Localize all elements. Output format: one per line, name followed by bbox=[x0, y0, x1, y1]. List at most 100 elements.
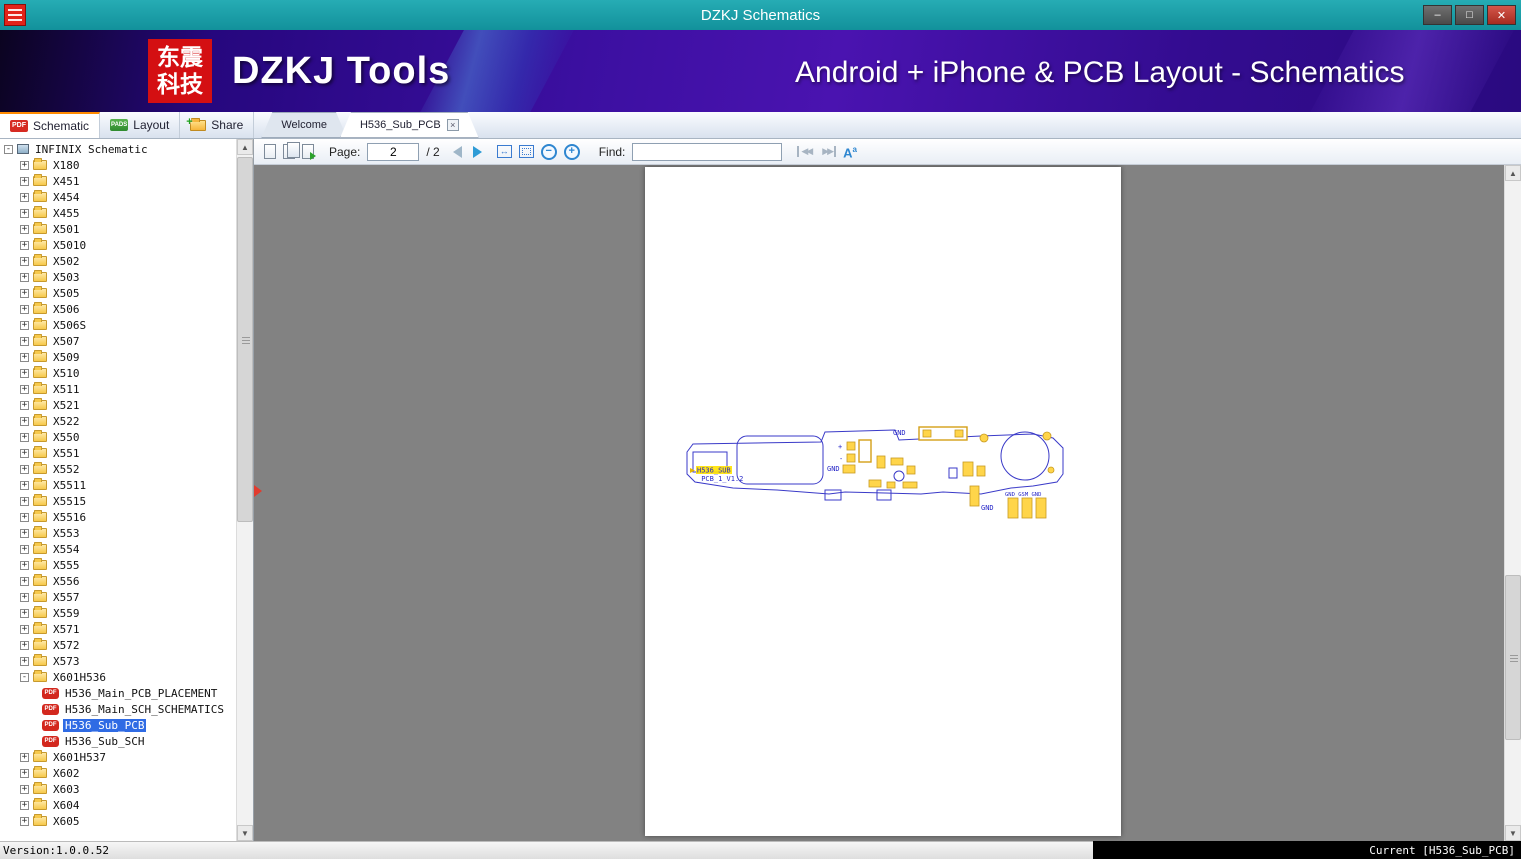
tree-item-x506[interactable]: +X506 bbox=[0, 301, 236, 317]
pdf-viewer[interactable]: H536_SUB _PCB_1_V1.2 GND GND GND GND GSM… bbox=[254, 165, 1521, 841]
tree-item-x605[interactable]: +X605 bbox=[0, 813, 236, 829]
tree-item-h536_main_sch_schematics[interactable]: PDFH536_Main_SCH_SCHEMATICS bbox=[0, 701, 236, 717]
expand-icon[interactable]: + bbox=[20, 769, 29, 778]
tree-item-h536_sub_pcb[interactable]: PDFH536_Sub_PCB bbox=[0, 717, 236, 733]
expand-icon[interactable]: + bbox=[20, 369, 29, 378]
tree-item-x604[interactable]: +X604 bbox=[0, 797, 236, 813]
tree-item-x601h536[interactable]: -X601H536 bbox=[0, 669, 236, 685]
minimize-button[interactable]: – bbox=[1423, 5, 1452, 25]
expand-icon[interactable]: + bbox=[20, 465, 29, 474]
expand-icon[interactable]: + bbox=[20, 785, 29, 794]
tree-item-x180[interactable]: +X180 bbox=[0, 157, 236, 173]
tree-item-x553[interactable]: +X553 bbox=[0, 525, 236, 541]
expand-icon[interactable]: + bbox=[20, 353, 29, 362]
collapse-icon[interactable]: - bbox=[4, 145, 13, 154]
tree-item-x5511[interactable]: +X5511 bbox=[0, 477, 236, 493]
expand-icon[interactable]: + bbox=[20, 657, 29, 666]
expand-icon[interactable]: + bbox=[20, 545, 29, 554]
find-next-icon[interactable]: ▶▶ bbox=[820, 146, 836, 157]
expand-icon[interactable]: + bbox=[20, 625, 29, 634]
tree-item-x509[interactable]: +X509 bbox=[0, 349, 236, 365]
scroll-down-icon[interactable]: ▼ bbox=[1505, 825, 1521, 841]
tab-share[interactable]: +Share bbox=[180, 112, 254, 138]
tree-item-x573[interactable]: +X573 bbox=[0, 653, 236, 669]
expand-icon[interactable]: + bbox=[20, 209, 29, 218]
expand-icon[interactable]: + bbox=[20, 385, 29, 394]
tree-item-x5515[interactable]: +X5515 bbox=[0, 493, 236, 509]
tree-item-x501[interactable]: +X501 bbox=[0, 221, 236, 237]
expand-icon[interactable]: + bbox=[20, 305, 29, 314]
find-previous-icon[interactable]: ◀◀ bbox=[797, 146, 813, 157]
close-tab-icon[interactable]: × bbox=[447, 119, 459, 131]
tree-item-x551[interactable]: +X551 bbox=[0, 445, 236, 461]
expand-icon[interactable]: + bbox=[20, 225, 29, 234]
previous-page-icon[interactable] bbox=[453, 146, 462, 158]
expand-icon[interactable]: + bbox=[20, 753, 29, 762]
tree-item-root[interactable]: -INFINIX Schematic bbox=[0, 141, 236, 157]
doc-tab-welcome[interactable]: Welcome bbox=[261, 112, 347, 138]
zoom-in-icon[interactable]: + bbox=[564, 144, 580, 160]
tree-item-x572[interactable]: +X572 bbox=[0, 637, 236, 653]
tree-item-x5010[interactable]: +X5010 bbox=[0, 237, 236, 253]
tree-item-x603[interactable]: +X603 bbox=[0, 781, 236, 797]
tree-item-x5516[interactable]: +X5516 bbox=[0, 509, 236, 525]
expand-icon[interactable]: + bbox=[20, 593, 29, 602]
tree-item-x506s[interactable]: +X506S bbox=[0, 317, 236, 333]
tab-schematic[interactable]: PDFSchematic bbox=[0, 112, 100, 138]
tree-item-x602[interactable]: +X602 bbox=[0, 765, 236, 781]
page-number-input[interactable] bbox=[367, 143, 419, 161]
expand-icon[interactable]: + bbox=[20, 497, 29, 506]
export-page-icon[interactable] bbox=[302, 144, 314, 159]
tree-item-x521[interactable]: +X521 bbox=[0, 397, 236, 413]
tree-item-x502[interactable]: +X502 bbox=[0, 253, 236, 269]
tree-item-h536_sub_sch[interactable]: PDFH536_Sub_SCH bbox=[0, 733, 236, 749]
expand-icon[interactable]: + bbox=[20, 481, 29, 490]
expand-icon[interactable]: + bbox=[20, 321, 29, 330]
expand-icon[interactable]: + bbox=[20, 529, 29, 538]
expand-icon[interactable]: + bbox=[20, 257, 29, 266]
doc-tab-h536_sub_pcb[interactable]: H536_Sub_PCB× bbox=[340, 112, 479, 138]
tree-item-x559[interactable]: +X559 bbox=[0, 605, 236, 621]
tree-item-x550[interactable]: +X550 bbox=[0, 429, 236, 445]
snapshot-icon[interactable] bbox=[264, 144, 276, 159]
tree-item-x571[interactable]: +X571 bbox=[0, 621, 236, 637]
maximize-button[interactable]: □ bbox=[1455, 5, 1484, 25]
tree-item-x555[interactable]: +X555 bbox=[0, 557, 236, 573]
find-input[interactable] bbox=[632, 143, 782, 161]
expand-icon[interactable]: + bbox=[20, 337, 29, 346]
expand-icon[interactable]: + bbox=[20, 193, 29, 202]
tree-item-x454[interactable]: +X454 bbox=[0, 189, 236, 205]
tree-item-x511[interactable]: +X511 bbox=[0, 381, 236, 397]
scroll-up-icon[interactable]: ▲ bbox=[1505, 165, 1521, 181]
zoom-out-icon[interactable]: − bbox=[541, 144, 557, 160]
tree-item-x601h537[interactable]: +X601H537 bbox=[0, 749, 236, 765]
expand-icon[interactable]: + bbox=[20, 561, 29, 570]
expand-icon[interactable]: + bbox=[20, 417, 29, 426]
fit-width-icon[interactable] bbox=[497, 145, 512, 158]
expand-icon[interactable]: + bbox=[20, 289, 29, 298]
expand-icon[interactable]: + bbox=[20, 577, 29, 586]
tree-item-x522[interactable]: +X522 bbox=[0, 413, 236, 429]
tree-item-x510[interactable]: +X510 bbox=[0, 365, 236, 381]
expand-icon[interactable]: + bbox=[20, 641, 29, 650]
expand-icon[interactable]: + bbox=[20, 433, 29, 442]
tree-item-x556[interactable]: +X556 bbox=[0, 573, 236, 589]
expand-icon[interactable]: + bbox=[20, 161, 29, 170]
viewer-scrollbar[interactable]: ▲ ▼ bbox=[1504, 165, 1521, 841]
match-case-icon[interactable]: Aa bbox=[843, 143, 857, 159]
expand-icon[interactable]: + bbox=[20, 449, 29, 458]
expand-icon[interactable]: + bbox=[20, 801, 29, 810]
expand-icon[interactable]: + bbox=[20, 177, 29, 186]
close-button[interactable]: ✕ bbox=[1487, 5, 1516, 25]
viewer-scrollbar-thumb[interactable] bbox=[1505, 575, 1521, 740]
tab-layout[interactable]: PADSLayout bbox=[100, 112, 180, 138]
expand-icon[interactable]: + bbox=[20, 513, 29, 522]
expand-icon[interactable]: + bbox=[20, 817, 29, 826]
expand-icon[interactable]: + bbox=[20, 401, 29, 410]
panel-collapse-arrow[interactable] bbox=[254, 485, 262, 497]
tree-item-x503[interactable]: +X503 bbox=[0, 269, 236, 285]
collapse-icon[interactable]: - bbox=[20, 673, 29, 682]
tree-item-x505[interactable]: +X505 bbox=[0, 285, 236, 301]
expand-icon[interactable]: + bbox=[20, 241, 29, 250]
next-page-icon[interactable] bbox=[473, 146, 482, 158]
